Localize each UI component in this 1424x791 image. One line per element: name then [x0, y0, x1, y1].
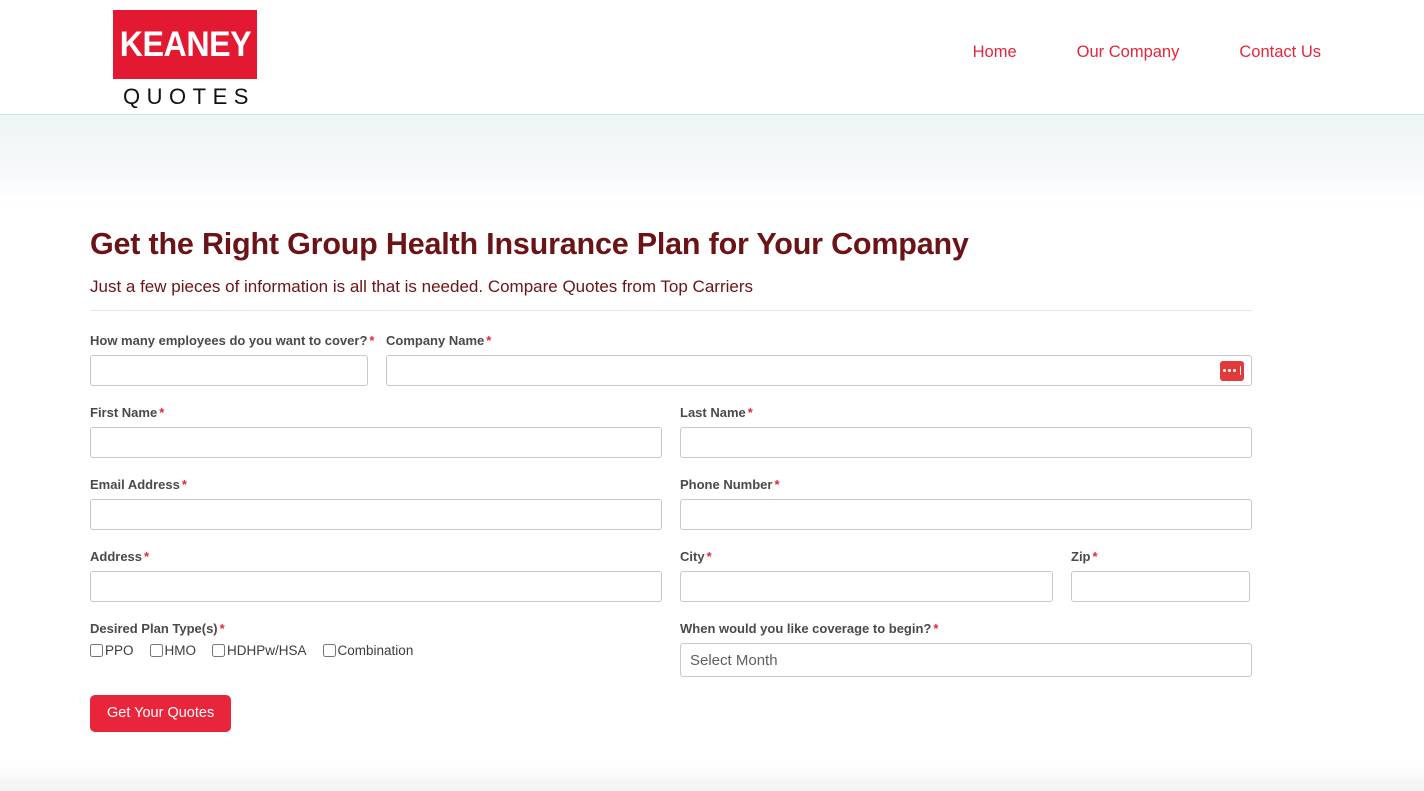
checkbox-label-hdhp-hsa: HDHPw/HSA — [227, 643, 307, 658]
label-email-text: Email Address — [90, 477, 180, 492]
site-header: KEANEY QUOTES Home Our Company Contact U… — [0, 0, 1424, 115]
autofill-icon[interactable] — [1220, 360, 1244, 381]
plan-type-checkbox-group: PPO HMO HDHPw/HSA Combination — [90, 643, 662, 658]
required-marker: * — [159, 405, 165, 420]
field-plan-types: Desired Plan Type(s) * PPO HMO HDHPw/HSA… — [90, 621, 662, 677]
main-navigation: Home Our Company Contact Us — [943, 43, 1321, 62]
checkbox-ppo[interactable] — [90, 644, 103, 657]
section-divider — [90, 310, 1252, 311]
field-phone: Phone Number * — [680, 477, 1252, 530]
main-content: Get the Right Group Health Insurance Pla… — [0, 205, 1424, 765]
field-last-name: Last Name * — [680, 405, 1252, 458]
nav-link-home[interactable]: Home — [943, 43, 1047, 62]
checkbox-hmo[interactable] — [149, 644, 163, 657]
label-plan-types: Desired Plan Type(s) * — [90, 621, 662, 636]
required-marker: * — [219, 621, 225, 636]
checkbox-label-combination: Combination — [337, 643, 414, 658]
footer-gradient-band — [0, 765, 1424, 791]
coverage-start-select[interactable]: Select Month — [680, 643, 1252, 677]
label-company: Company Name * — [386, 333, 1252, 348]
label-first-name-text: First Name — [90, 405, 158, 420]
checkbox-item-combination[interactable]: Combination — [322, 643, 414, 658]
checkbox-label-ppo: PPO — [105, 643, 134, 658]
required-marker: * — [774, 477, 780, 492]
checkbox-item-ppo[interactable]: PPO — [90, 643, 134, 658]
checkbox-combination[interactable] — [322, 644, 336, 657]
checkbox-item-hdhp-hsa[interactable]: HDHPw/HSA — [212, 643, 307, 658]
label-phone-text: Phone Number — [680, 477, 773, 492]
form-row-2: First Name * Last Name * — [90, 405, 1252, 458]
email-input[interactable] — [90, 499, 662, 530]
first-name-input[interactable] — [90, 427, 662, 458]
checkbox-item-hmo[interactable]: HMO — [149, 643, 197, 658]
form-row-4: Address * City * Zip * — [90, 549, 1252, 602]
company-name-input[interactable] — [386, 355, 1252, 386]
quote-form: How many employees do you want to cover?… — [90, 333, 1252, 732]
autofill-dot — [1232, 369, 1236, 372]
label-city: City * — [680, 549, 1053, 564]
page-title: Get the Right Group Health Insurance Pla… — [90, 227, 969, 261]
label-email: Email Address * — [90, 477, 662, 492]
get-your-quotes-button[interactable]: Get Your Quotes — [90, 695, 232, 732]
label-address: Address * — [90, 549, 662, 564]
coverage-start-selected-value: Select Month — [690, 651, 778, 669]
required-marker: * — [144, 549, 150, 564]
logo-sub-text: QUOTES — [123, 84, 255, 109]
page-subtitle: Just a few pieces of information is all … — [90, 277, 753, 296]
city-input[interactable] — [680, 571, 1053, 602]
field-email: Email Address * — [90, 477, 662, 530]
required-marker: * — [369, 333, 375, 348]
label-address-text: Address — [90, 549, 143, 564]
field-coverage-start: When would you like coverage to begin? * … — [680, 621, 1252, 677]
autofill-dot — [1227, 369, 1231, 372]
checkbox-hdhp-hsa[interactable] — [212, 644, 226, 657]
field-company: Company Name * — [386, 333, 1252, 386]
label-city-text: City — [680, 549, 705, 564]
field-employees: How many employees do you want to cover?… — [90, 333, 374, 386]
label-plan-types-text: Desired Plan Type(s) — [90, 621, 218, 636]
required-marker: * — [933, 621, 939, 636]
form-row-1: How many employees do you want to cover?… — [90, 333, 1252, 386]
nav-link-contact-us[interactable]: Contact Us — [1209, 43, 1321, 62]
required-marker: * — [1092, 549, 1098, 564]
required-marker: * — [706, 549, 712, 564]
field-zip: Zip * — [1071, 549, 1250, 602]
autofill-dot — [1222, 369, 1226, 372]
label-company-text: Company Name — [386, 333, 485, 348]
nav-link-our-company[interactable]: Our Company — [1047, 43, 1210, 62]
address-input[interactable] — [90, 571, 662, 602]
field-address: Address * — [90, 549, 662, 602]
label-coverage-start: When would you like coverage to begin? * — [680, 621, 1252, 636]
required-marker: * — [486, 333, 492, 348]
required-marker: * — [181, 477, 187, 492]
label-employees: How many employees do you want to cover?… — [90, 333, 374, 348]
label-employees-text: How many employees do you want to cover? — [90, 333, 368, 348]
zip-input[interactable] — [1071, 571, 1250, 602]
checkbox-label-hmo: HMO — [164, 643, 197, 658]
label-zip: Zip * — [1071, 549, 1250, 564]
label-phone: Phone Number * — [680, 477, 1252, 492]
page-root: KEANEY QUOTES Home Our Company Contact U… — [0, 0, 1424, 791]
label-last-name: Last Name * — [680, 405, 1252, 420]
label-coverage-start-text: When would you like coverage to begin? — [680, 621, 932, 636]
hero-gradient-band — [0, 115, 1424, 205]
required-marker: * — [747, 405, 753, 420]
phone-input[interactable] — [680, 499, 1252, 530]
label-first-name: First Name * — [90, 405, 662, 420]
field-city: City * — [680, 549, 1053, 602]
label-zip-text: Zip — [1071, 549, 1091, 564]
autofill-caret — [1239, 366, 1242, 375]
field-first-name: First Name * — [90, 405, 662, 458]
last-name-input[interactable] — [680, 427, 1252, 458]
form-row-5: Desired Plan Type(s) * PPO HMO HDHPw/HSA… — [90, 621, 1252, 677]
employees-input[interactable] — [90, 355, 368, 386]
site-logo[interactable]: KEANEY QUOTES — [113, 10, 259, 110]
form-row-3: Email Address * Phone Number * — [90, 477, 1252, 530]
label-last-name-text: Last Name — [680, 405, 746, 420]
logo-red-box: KEANEY — [113, 10, 257, 79]
logo-brand-text: KEANEY — [119, 25, 251, 64]
